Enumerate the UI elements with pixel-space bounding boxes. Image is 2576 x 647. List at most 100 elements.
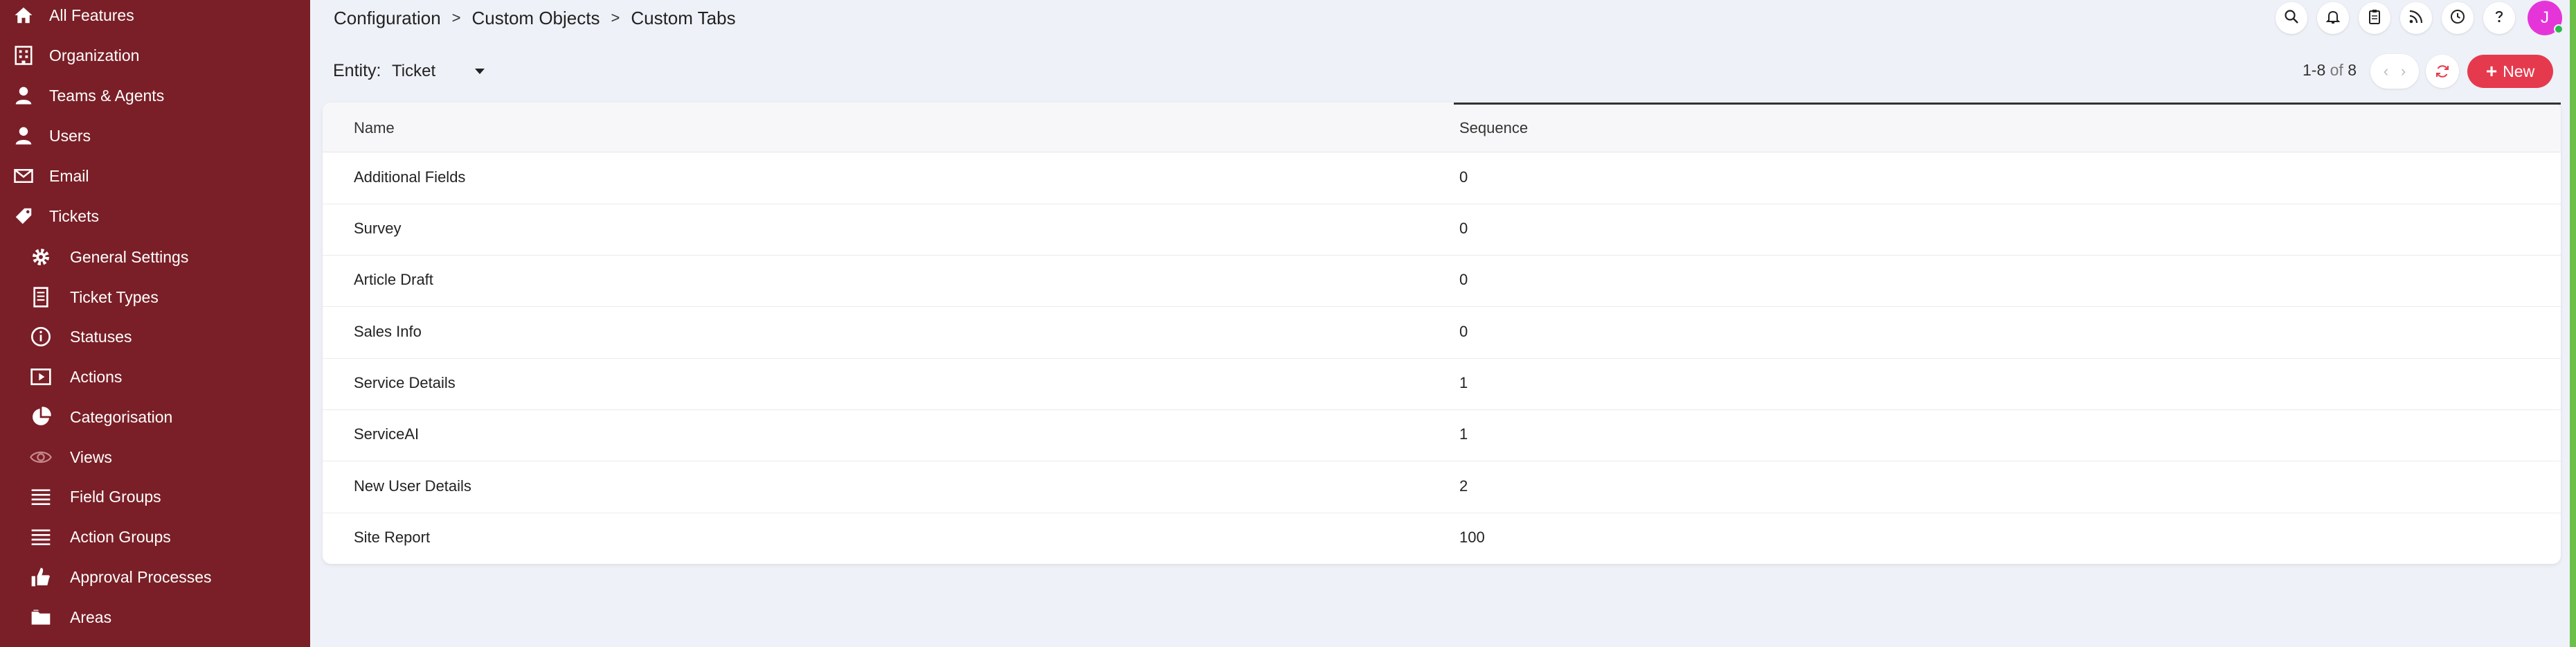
- table-row[interactable]: Additional Fields 0: [323, 153, 2561, 204]
- list-icon: [30, 526, 52, 548]
- cell-sequence: 2: [1459, 477, 1468, 495]
- pager-range: 1-8: [2303, 61, 2326, 79]
- sidebar-item-categorisation[interactable]: Categorisation: [0, 397, 310, 437]
- folder-icon: [30, 606, 52, 628]
- bell-icon: [2325, 8, 2341, 28]
- search-button[interactable]: [2276, 2, 2307, 34]
- entity-label: Entity:: [333, 61, 381, 80]
- history-button[interactable]: [2442, 2, 2474, 34]
- entity-select[interactable]: Ticket: [392, 60, 485, 83]
- table-row[interactable]: New User Details 2: [323, 462, 2561, 513]
- online-status-indicator: [2554, 24, 2564, 34]
- cell-name: Sales Info: [354, 323, 422, 340]
- eye-icon: [30, 446, 52, 468]
- pager-of: of: [2330, 61, 2343, 79]
- sidebar-item-areas[interactable]: Areas: [0, 597, 310, 637]
- sidebar-item-views[interactable]: Views: [0, 437, 310, 477]
- sidebar-item-general-settings[interactable]: General Settings: [0, 237, 310, 277]
- sidebar-item-statuses[interactable]: Statuses: [0, 317, 310, 357]
- notifications-button[interactable]: [2317, 2, 2349, 34]
- cell-name: New User Details: [354, 477, 471, 495]
- sidebar-item-teams-agents[interactable]: Teams & Agents: [0, 76, 310, 116]
- breadcrumb-custom-objects[interactable]: Custom Objects: [472, 8, 600, 29]
- sidebar-item-label: Views: [70, 447, 112, 466]
- home-icon: [13, 5, 34, 26]
- cell-sequence: 0: [1459, 168, 1468, 186]
- sidebar-item-tickets[interactable]: Tickets: [0, 196, 310, 236]
- sidebar-item-label: Statuses: [70, 327, 132, 346]
- sidebar-item-label: Email: [49, 166, 89, 185]
- chevron-left-icon[interactable]: ‹: [2384, 62, 2388, 80]
- sidebar-item-organization[interactable]: Organization: [0, 35, 310, 76]
- sidebar-item-label: Organization: [49, 46, 140, 64]
- avatar-initial: J: [2541, 8, 2549, 27]
- list-icon: [30, 486, 52, 508]
- column-header-sequence[interactable]: Sequence: [1459, 119, 1528, 137]
- cell-name: Additional Fields: [354, 168, 466, 186]
- table-row[interactable]: Service Details 1: [323, 359, 2561, 410]
- sidebar-item-ticket-types[interactable]: Ticket Types: [0, 277, 310, 317]
- clipboard-button[interactable]: [2359, 2, 2390, 34]
- cell-sequence: 0: [1459, 220, 1468, 237]
- table-row[interactable]: Site Report 100: [323, 513, 2561, 564]
- sidebar-item-label: Tickets: [49, 206, 99, 225]
- pager-summary: 1-8 of 8: [2303, 61, 2357, 80]
- thumbs-up-icon: [30, 566, 52, 588]
- new-button-label: New: [2503, 62, 2535, 80]
- sidebar-item-users[interactable]: Users: [0, 116, 310, 156]
- person-icon: [13, 85, 34, 106]
- plus-icon: +: [2485, 60, 2498, 82]
- sidebar-item-email[interactable]: Email: [0, 156, 310, 196]
- table-row[interactable]: Article Draft 0: [323, 256, 2561, 307]
- sidebar-item-approval-processes[interactable]: Approval Processes: [0, 557, 310, 597]
- sidebar-item-label: Areas: [70, 608, 112, 626]
- refresh-button[interactable]: [2426, 55, 2459, 88]
- sidebar-item-actions[interactable]: Actions: [0, 357, 310, 397]
- rss-icon: [2408, 8, 2424, 28]
- sidebar: All Features Organization Teams & Agents…: [0, 0, 310, 647]
- pager-controls: ‹ ›: [2370, 54, 2419, 89]
- sidebar-item-label: Approval Processes: [70, 567, 212, 586]
- envelope-icon: [13, 166, 34, 186]
- sidebar-item-action-groups[interactable]: Action Groups: [0, 517, 310, 557]
- pager-total: 8: [2348, 61, 2357, 79]
- info-icon: [30, 326, 52, 348]
- column-header-name[interactable]: Name: [354, 119, 395, 137]
- cell-name: Article Draft: [354, 271, 433, 288]
- table-row[interactable]: ServiceAI 1: [323, 410, 2561, 461]
- cell-name: Service Details: [354, 374, 456, 391]
- table-row[interactable]: Sales Info 0: [323, 308, 2561, 359]
- help-icon: [2491, 8, 2507, 28]
- sidebar-item-field-groups[interactable]: Field Groups: [0, 477, 310, 517]
- sidebar-item-label: Users: [49, 126, 91, 145]
- refresh-icon: [2434, 63, 2451, 80]
- page-edge-accent: [2570, 0, 2576, 647]
- table-row[interactable]: Survey 0: [323, 204, 2561, 256]
- header-actions: J: [2266, 1, 2564, 35]
- pie-icon: [30, 406, 52, 428]
- column-resize-indicator: [1454, 103, 2561, 105]
- document-icon: [30, 286, 52, 308]
- help-button[interactable]: [2483, 2, 2515, 34]
- breadcrumb: Configuration > Custom Objects > Custom …: [334, 6, 736, 30]
- chevron-right-icon[interactable]: ›: [2401, 62, 2406, 80]
- breadcrumb-configuration[interactable]: Configuration: [334, 8, 441, 29]
- entity-select-value: Ticket: [392, 62, 436, 80]
- sidebar-item-label: Categorisation: [70, 407, 173, 426]
- avatar[interactable]: J: [2528, 1, 2564, 35]
- search-icon: [2283, 8, 2300, 28]
- cell-name: Site Report: [354, 529, 431, 546]
- new-button[interactable]: + New: [2467, 55, 2553, 88]
- cell-name: ServiceAI: [354, 425, 420, 443]
- breadcrumb-custom-tabs: Custom Tabs: [631, 7, 736, 28]
- caret-down-icon: [475, 69, 485, 74]
- cell-sequence: 100: [1459, 529, 1485, 546]
- sidebar-item-label: Teams & Agents: [49, 86, 165, 105]
- sidebar-item-label: All Features: [49, 6, 134, 24]
- play-icon: [30, 366, 52, 388]
- sidebar-item-label: Actions: [70, 367, 123, 386]
- feed-button[interactable]: [2400, 2, 2432, 34]
- person-icon: [13, 125, 34, 146]
- sidebar-item-all-features[interactable]: All Features: [0, 0, 310, 35]
- breadcrumb-separator: >: [611, 9, 620, 26]
